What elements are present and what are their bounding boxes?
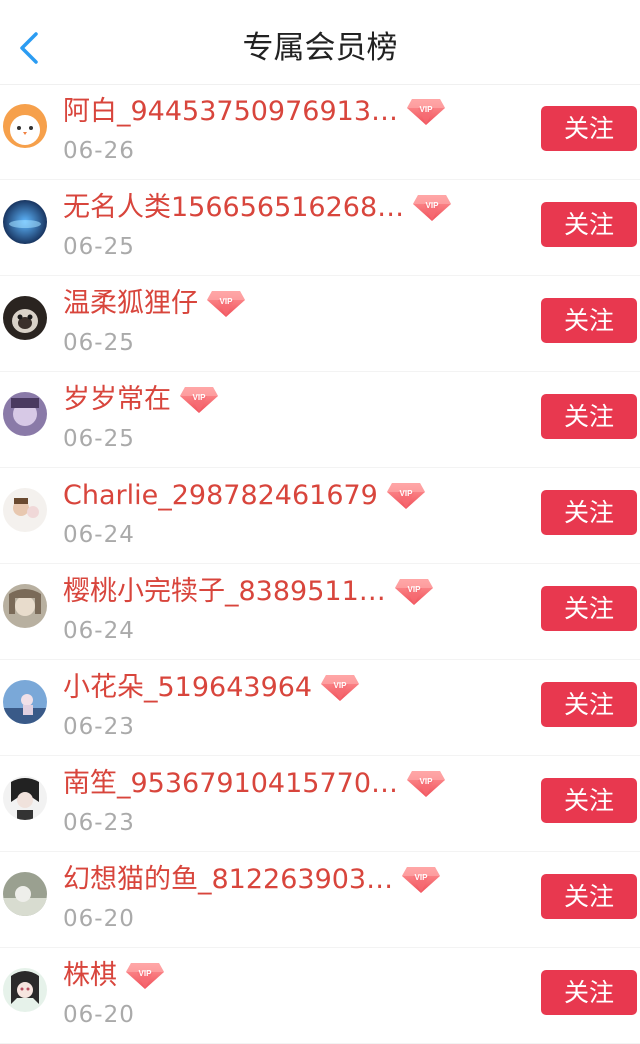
- avatar[interactable]: [3, 776, 47, 820]
- list-item[interactable]: 南笙_95367910415770… VIP 06-23 关注: [0, 756, 640, 852]
- join-date: 06-20: [63, 906, 135, 932]
- app-header: 专属会员榜: [0, 0, 640, 85]
- join-date: 06-26: [63, 138, 135, 164]
- vip-diamond-icon: VIP: [394, 579, 433, 605]
- follow-button[interactable]: 关注: [541, 394, 637, 439]
- follow-button[interactable]: 关注: [541, 202, 637, 247]
- avatar[interactable]: [3, 584, 47, 628]
- name-line: 阿白_94453750976913… VIP: [63, 92, 446, 132]
- vip-diamond-icon: VIP: [321, 675, 360, 701]
- list-item[interactable]: 樱桃小完犊子_8389511… VIP 06-24 关注: [0, 564, 640, 660]
- vip-diamond-icon: VIP: [413, 195, 452, 221]
- avatar[interactable]: [3, 200, 47, 244]
- svg-text:VIP: VIP: [420, 105, 434, 114]
- list-item[interactable]: 株棋 VIP 06-20 关注: [0, 948, 640, 1044]
- svg-text:VIP: VIP: [426, 201, 440, 210]
- join-date: 06-20: [63, 1002, 135, 1028]
- name-line: 樱桃小完犊子_8389511… VIP: [63, 572, 434, 612]
- avatar[interactable]: [3, 680, 47, 724]
- join-date: 06-24: [63, 618, 135, 644]
- svg-text:VIP: VIP: [407, 585, 421, 594]
- member-list: 阿白_94453750976913… VIP 06-26 关注 无名人类1566…: [0, 84, 640, 1044]
- list-item[interactable]: 无名人类156656516268… VIP 06-25 关注: [0, 180, 640, 276]
- member-name: 南笙_95367910415770…: [63, 768, 398, 799]
- follow-button[interactable]: 关注: [541, 874, 637, 919]
- join-date: 06-25: [63, 330, 135, 356]
- member-name: 无名人类156656516268…: [63, 192, 405, 223]
- join-date: 06-25: [63, 426, 135, 452]
- list-item[interactable]: 阿白_94453750976913… VIP 06-26 关注: [0, 84, 640, 180]
- name-line: 南笙_95367910415770… VIP: [63, 764, 446, 804]
- member-name: 幻想猫的鱼_812263903…: [63, 864, 394, 895]
- member-name: 樱桃小完犊子_8389511…: [63, 576, 386, 607]
- follow-button[interactable]: 关注: [541, 778, 637, 823]
- list-item[interactable]: 幻想猫的鱼_812263903… VIP 06-20 关注: [0, 852, 640, 948]
- list-item[interactable]: 温柔狐狸仔 VIP 06-25 关注: [0, 276, 640, 372]
- member-name: 株棋: [63, 960, 117, 991]
- vip-diamond-icon: VIP: [180, 387, 218, 413]
- svg-text:VIP: VIP: [193, 393, 207, 402]
- join-date: 06-23: [63, 810, 135, 836]
- name-line: Charlie_298782461679 VIP: [63, 476, 426, 516]
- avatar[interactable]: [3, 488, 47, 532]
- page-title: 专属会员榜: [242, 30, 398, 66]
- svg-text:VIP: VIP: [220, 297, 234, 306]
- name-line: 岁岁常在 VIP: [63, 380, 219, 420]
- vip-diamond-icon: VIP: [386, 483, 425, 509]
- svg-text:VIP: VIP: [420, 777, 434, 786]
- join-date: 06-23: [63, 714, 135, 740]
- follow-button[interactable]: 关注: [541, 682, 637, 727]
- svg-text:VIP: VIP: [139, 969, 153, 978]
- vip-diamond-icon: VIP: [126, 963, 164, 989]
- vip-diamond-icon: VIP: [207, 291, 245, 317]
- svg-text:VIP: VIP: [334, 681, 348, 690]
- vip-diamond-icon: VIP: [407, 99, 445, 125]
- svg-text:VIP: VIP: [399, 489, 413, 498]
- list-item[interactable]: Charlie_298782461679 VIP 06-24 关注: [0, 468, 640, 564]
- name-line: 无名人类156656516268… VIP: [63, 188, 452, 228]
- vip-diamond-icon: VIP: [402, 867, 441, 893]
- join-date: 06-25: [63, 234, 135, 260]
- follow-button[interactable]: 关注: [541, 490, 637, 535]
- member-name: 阿白_94453750976913…: [63, 96, 398, 127]
- member-name: 温柔狐狸仔: [63, 288, 198, 319]
- avatar[interactable]: [3, 968, 47, 1012]
- name-line: 株棋 VIP: [63, 956, 165, 996]
- name-line: 小花朵_519643964 VIP: [63, 668, 360, 708]
- join-date: 06-24: [63, 522, 135, 548]
- name-line: 温柔狐狸仔 VIP: [63, 284, 246, 324]
- avatar[interactable]: [3, 392, 47, 436]
- follow-button[interactable]: 关注: [541, 298, 637, 343]
- member-name: Charlie_298782461679: [63, 480, 378, 511]
- avatar[interactable]: [3, 104, 47, 148]
- member-name: 岁岁常在: [63, 384, 171, 415]
- list-item[interactable]: 小花朵_519643964 VIP 06-23 关注: [0, 660, 640, 756]
- member-name: 小花朵_519643964: [63, 672, 313, 703]
- vip-diamond-icon: VIP: [407, 771, 445, 797]
- follow-button[interactable]: 关注: [541, 970, 637, 1015]
- name-line: 幻想猫的鱼_812263903… VIP: [63, 860, 441, 900]
- avatar[interactable]: [3, 872, 47, 916]
- avatar[interactable]: [3, 296, 47, 340]
- follow-button[interactable]: 关注: [541, 106, 637, 151]
- svg-text:VIP: VIP: [415, 873, 429, 882]
- list-item[interactable]: 岁岁常在 VIP 06-25 关注: [0, 372, 640, 468]
- follow-button[interactable]: 关注: [541, 586, 637, 631]
